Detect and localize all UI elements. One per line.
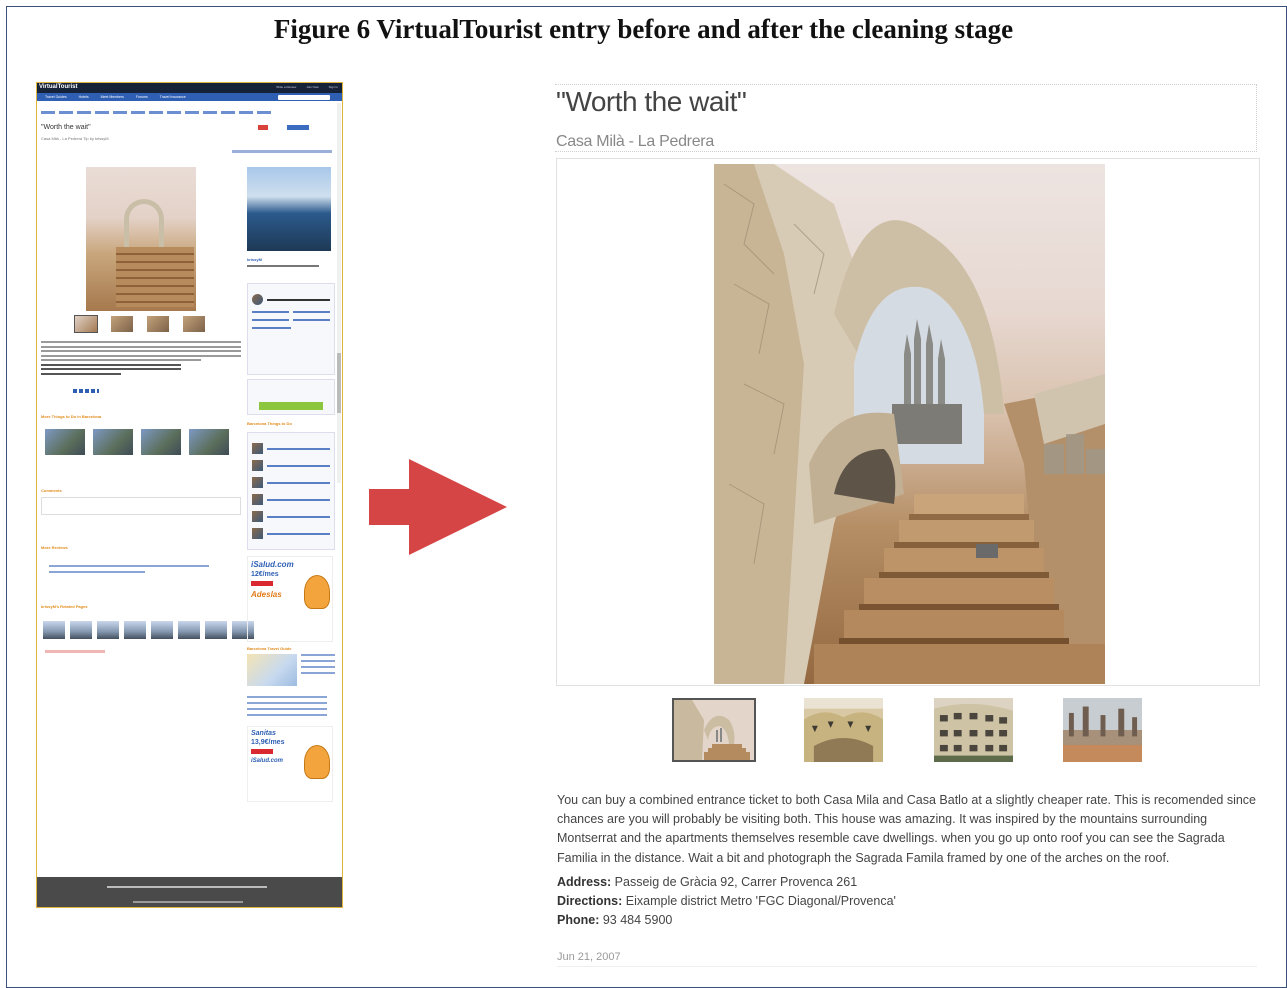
ad-cta[interactable]	[251, 581, 273, 586]
breadcrumb[interactable]	[41, 111, 271, 114]
stairs-shape	[116, 247, 194, 307]
divider	[557, 966, 1257, 967]
figure-title: Figure 6 VirtualTourist entry before and…	[273, 14, 1014, 44]
entry-title: "Worth the wait"	[41, 124, 91, 131]
directions-value: Eixample district Metro 'FGC Diagonal/Pr…	[625, 894, 896, 908]
photo-thumbnails-clean	[0, 698, 1287, 764]
footer-copyright	[133, 901, 243, 903]
things-to-do-list	[45, 429, 229, 455]
entry-subtitle: Casa Milà - La Pedrera Tip by krissyM	[41, 136, 109, 141]
ad-banner[interactable]: iSalud.com 12€/mes Adeslas	[247, 556, 333, 642]
city-map[interactable]	[247, 654, 297, 686]
nav-item[interactable]: Travel Insurance	[160, 95, 186, 99]
related-photo[interactable]	[43, 621, 65, 639]
thumbnail[interactable]	[183, 316, 205, 332]
rating-stars[interactable]	[73, 389, 99, 393]
profile-box	[247, 283, 335, 375]
section-heading: krissyM's Related Pages	[41, 604, 88, 609]
pin-button[interactable]	[287, 125, 309, 130]
top-link[interactable]: Join Now	[306, 85, 318, 89]
nav-item[interactable]: Travel Guides	[45, 95, 67, 99]
site-logo[interactable]: VirtualTourist	[39, 84, 77, 90]
related-photo[interactable]	[97, 621, 119, 639]
phone-label: Phone:	[557, 913, 600, 927]
top-link[interactable]: Write a Review	[276, 85, 296, 89]
sidebar-heading: Barcelona Things to Do	[247, 421, 292, 426]
nav-item[interactable]: Forums	[136, 95, 148, 99]
address-row: Address: Passeig de Gràcia 92, Carrer Pr…	[557, 875, 1257, 889]
site-nav: Travel Guides Hotels Meet Members Forums…	[37, 93, 342, 101]
site-header: VirtualTourist Write a Review Join Now S…	[37, 83, 342, 93]
thing-photo[interactable]	[141, 429, 181, 455]
travel-guide-box	[247, 654, 335, 686]
right-arrow-icon	[369, 459, 507, 555]
things-to-do-sidebar	[247, 432, 335, 550]
mascot-icon	[304, 575, 330, 609]
directions-label: Directions:	[557, 894, 623, 908]
related-photo[interactable]	[151, 621, 173, 639]
related-pages-list	[43, 621, 254, 639]
photo-thumbnails	[74, 315, 205, 333]
top-link[interactable]: Sign In	[329, 85, 338, 89]
address-value: Passeig de Gràcia 92, Carrer Provenca 26…	[614, 875, 858, 889]
thumbnail-building-exterior[interactable]	[934, 698, 1013, 762]
thumbnail-rooftop-chimneys[interactable]	[1063, 698, 1142, 762]
section-heading: Comments	[41, 488, 62, 493]
top-links: Write a Review Join Now Sign In	[276, 85, 338, 89]
main-photo-frame	[556, 158, 1260, 686]
more-link[interactable]	[232, 150, 332, 153]
site-footer	[37, 877, 342, 907]
address-label: Address:	[557, 875, 612, 889]
thumbnail-facade-balconies[interactable]	[804, 698, 883, 762]
entry-title-clean: "Worth the wait"	[556, 86, 747, 117]
profile-quote	[247, 265, 319, 267]
pager[interactable]	[45, 650, 105, 653]
thumbnail[interactable]	[147, 316, 169, 332]
thumbnail[interactable]	[111, 316, 133, 332]
entry-main-photo[interactable]	[86, 167, 196, 311]
nav-item[interactable]: Meet Members	[101, 95, 124, 99]
entry-text	[41, 341, 241, 377]
related-photo[interactable]	[70, 621, 92, 639]
profile-photo[interactable]	[247, 167, 331, 251]
nav-item[interactable]: Hotels	[79, 95, 89, 99]
comment-input[interactable]	[41, 497, 241, 515]
section-heading: More Reviews	[41, 545, 68, 550]
share-button[interactable]	[259, 402, 323, 410]
thing-photo[interactable]	[93, 429, 133, 455]
before-page-screenshot: VirtualTourist Write a Review Join Now S…	[36, 82, 343, 908]
entry-description: You can buy a combined entrance ticket t…	[557, 793, 1257, 865]
share-box	[247, 379, 335, 415]
section-heading: More Things to Do in Barcelona	[41, 414, 102, 419]
like-button[interactable]	[258, 125, 268, 130]
thumbnail[interactable]	[74, 315, 98, 333]
related-photo[interactable]	[205, 621, 227, 639]
thing-photo[interactable]	[189, 429, 229, 455]
directions-row: Directions: Eixample district Metro 'FGC…	[557, 894, 1257, 908]
sidebar-heading: Barcelona Travel Guide	[247, 646, 292, 651]
phone-row: Phone: 93 484 5900	[557, 913, 1257, 927]
main-photo[interactable]	[714, 164, 1105, 684]
review-links[interactable]	[49, 565, 209, 577]
thing-photo[interactable]	[45, 429, 85, 455]
ad-brand: iSalud.com	[251, 560, 294, 569]
related-photo[interactable]	[124, 621, 146, 639]
entry-subtitle-clean: Casa Milà - La Pedrera	[556, 133, 714, 150]
search-input[interactable]	[278, 94, 330, 100]
footer-links[interactable]	[107, 886, 267, 888]
phone-value: 93 484 5900	[602, 913, 673, 927]
entry-date: Jun 21, 2007	[557, 951, 621, 963]
related-photo[interactable]	[178, 621, 200, 639]
thumbnail-rooftop-arch[interactable]	[672, 698, 756, 762]
page-scrollbar[interactable]	[337, 103, 341, 483]
username[interactable]: krissyM	[247, 257, 335, 262]
